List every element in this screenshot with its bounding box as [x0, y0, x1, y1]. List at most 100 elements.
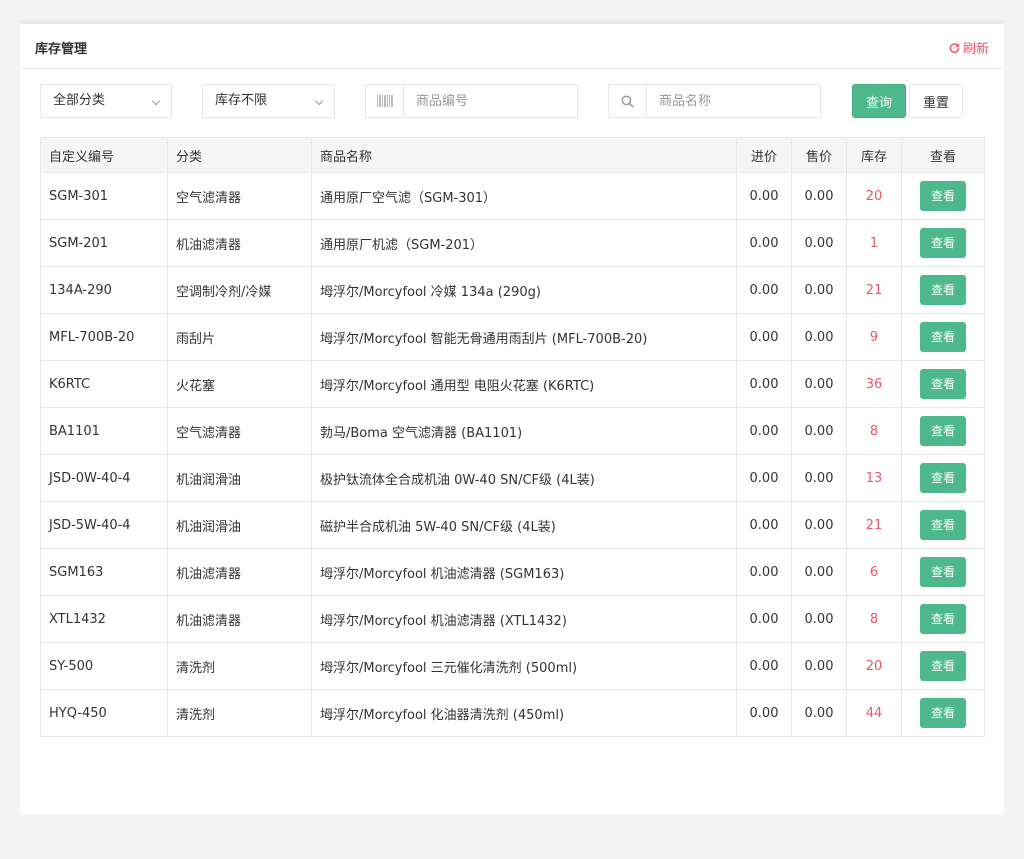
table-header-row: 自定义编号 分类 商品名称 进价 售价 库存 查看 [40, 137, 985, 173]
cell-cost: 0.00 [736, 595, 792, 643]
table-row: MFL-700B-20 雨刮片 坶浮尔/Morcyfool 智能无骨通用雨刮片 … [40, 313, 985, 361]
reset-button[interactable]: 重置 [909, 84, 963, 118]
cell-code: SGM-301 [40, 172, 168, 220]
stock-select[interactable]: 库存不限 [202, 84, 335, 118]
cell-code: 134A-290 [40, 266, 168, 314]
cell-name: 坶浮尔/Morcyfool 机油滤清器 (XTL1432) [311, 595, 737, 643]
cell-cost: 0.00 [736, 360, 792, 408]
cell-stock: 20 [846, 172, 902, 220]
cell-view: 查看 [901, 313, 985, 361]
cell-name: 坶浮尔/Morcyfool 机油滤清器 (SGM163) [311, 548, 737, 596]
refresh-label: 刷新 [962, 42, 989, 57]
table-row: K6RTC 火花塞 坶浮尔/Morcyfool 通用型 电阻火花塞 (K6RTC… [40, 360, 985, 408]
cell-category: 火花塞 [167, 360, 312, 408]
cell-code: JSD-5W-40-4 [40, 501, 168, 549]
view-button[interactable]: 查看 [920, 275, 966, 305]
view-button[interactable]: 查看 [920, 651, 966, 681]
view-button[interactable]: 查看 [920, 416, 966, 446]
table-row: HYQ-450 清洗剂 坶浮尔/Morcyfool 化油器清洗剂 (450ml)… [40, 689, 985, 737]
table-body: SGM-301 空气滤清器 通用原厂空气滤（SGM-301） 0.00 0.00… [40, 172, 985, 737]
cell-view: 查看 [901, 454, 985, 502]
cell-price: 0.00 [791, 360, 847, 408]
cell-name: 勃马/Boma 空气滤清器 (BA1101) [311, 407, 737, 455]
cell-category: 雨刮片 [167, 313, 312, 361]
cell-cost: 0.00 [736, 172, 792, 220]
inventory-table: 自定义编号 分类 商品名称 进价 售价 库存 查看 SGM-301 空气滤清器 … [40, 137, 985, 737]
cell-cost: 0.00 [736, 266, 792, 314]
filter-bar: 全部分类 库存不限 商品编号 商品名称 查询 重置 [20, 84, 1004, 118]
cell-view: 查看 [901, 407, 985, 455]
cell-price: 0.00 [791, 548, 847, 596]
cell-stock: 9 [846, 313, 902, 361]
header-price[interactable]: 售价 [791, 137, 847, 173]
cell-price: 0.00 [791, 407, 847, 455]
page-title: 库存管理 [35, 42, 88, 57]
cell-code: SY-500 [40, 642, 168, 690]
cell-name: 磁护半合成机油 5W-40 SN/CF级 (4L装) [311, 501, 737, 549]
cell-view: 查看 [901, 689, 985, 737]
cell-name: 坶浮尔/Morcyfool 化油器清洗剂 (450ml) [311, 689, 737, 737]
cell-cost: 0.00 [736, 642, 792, 690]
view-button[interactable]: 查看 [920, 228, 966, 258]
cell-view: 查看 [901, 172, 985, 220]
product-name-input[interactable] [647, 85, 820, 117]
table-row: 134A-290 空调制冷剂/冷媒 坶浮尔/Morcyfool 冷媒 134a … [40, 266, 985, 314]
category-select[interactable]: 全部分类 [40, 84, 172, 118]
product-code-input[interactable] [404, 85, 577, 117]
cell-name: 通用原厂机滤（SGM-201） [311, 219, 737, 267]
barcode-icon [366, 85, 404, 117]
cell-stock: 21 [846, 501, 902, 549]
cell-code: SGM-201 [40, 219, 168, 267]
cell-stock: 8 [846, 595, 902, 643]
cell-code: SGM163 [40, 548, 168, 596]
header-cost[interactable]: 进价 [736, 137, 792, 173]
cell-code: JSD-0W-40-4 [40, 454, 168, 502]
cell-code: XTL1432 [40, 595, 168, 643]
cell-name: 坶浮尔/Morcyfool 冷媒 134a (290g) [311, 266, 737, 314]
cell-view: 查看 [901, 642, 985, 690]
header-category[interactable]: 分类 [167, 137, 312, 173]
view-button[interactable]: 查看 [920, 369, 966, 399]
cell-cost: 0.00 [736, 501, 792, 549]
cell-stock: 8 [846, 407, 902, 455]
cell-view: 查看 [901, 548, 985, 596]
view-button[interactable]: 查看 [920, 698, 966, 728]
view-button[interactable]: 查看 [920, 322, 966, 352]
refresh-icon [949, 42, 960, 53]
cell-price: 0.00 [791, 501, 847, 549]
cell-price: 0.00 [791, 689, 847, 737]
refresh-button[interactable]: 刷新 [949, 38, 989, 57]
cell-cost: 0.00 [736, 689, 792, 737]
header-name[interactable]: 商品名称 [311, 137, 737, 173]
view-button[interactable]: 查看 [920, 463, 966, 493]
cell-cost: 0.00 [736, 407, 792, 455]
product-code-group [365, 84, 578, 118]
cell-code: MFL-700B-20 [40, 313, 168, 361]
cell-stock: 21 [846, 266, 902, 314]
view-button[interactable]: 查看 [920, 557, 966, 587]
search-button[interactable]: 查询 [852, 84, 906, 118]
cell-price: 0.00 [791, 454, 847, 502]
cell-category: 空气滤清器 [167, 407, 312, 455]
header-stock[interactable]: 库存 [846, 137, 902, 173]
view-button[interactable]: 查看 [920, 604, 966, 634]
cell-name: 极护钛流体全合成机油 0W-40 SN/CF级 (4L装) [311, 454, 737, 502]
cell-cost: 0.00 [736, 548, 792, 596]
header-code[interactable]: 自定义编号 [40, 137, 168, 173]
table-row: SGM163 机油滤清器 坶浮尔/Morcyfool 机油滤清器 (SGM163… [40, 548, 985, 596]
table-row: JSD-5W-40-4 机油润滑油 磁护半合成机油 5W-40 SN/CF级 (… [40, 501, 985, 549]
table-row: SGM-201 机油滤清器 通用原厂机滤（SGM-201） 0.00 0.00 … [40, 219, 985, 267]
cell-stock: 20 [846, 642, 902, 690]
view-button[interactable]: 查看 [920, 181, 966, 211]
cell-view: 查看 [901, 219, 985, 267]
cell-price: 0.00 [791, 219, 847, 267]
cell-category: 机油滤清器 [167, 219, 312, 267]
product-name-group [608, 84, 821, 118]
cell-price: 0.00 [791, 313, 847, 361]
cell-category: 机油滤清器 [167, 548, 312, 596]
cell-cost: 0.00 [736, 313, 792, 361]
view-button[interactable]: 查看 [920, 510, 966, 540]
cell-category: 清洗剂 [167, 642, 312, 690]
table-row: XTL1432 机油滤清器 坶浮尔/Morcyfool 机油滤清器 (XTL14… [40, 595, 985, 643]
cell-category: 空气滤清器 [167, 172, 312, 220]
